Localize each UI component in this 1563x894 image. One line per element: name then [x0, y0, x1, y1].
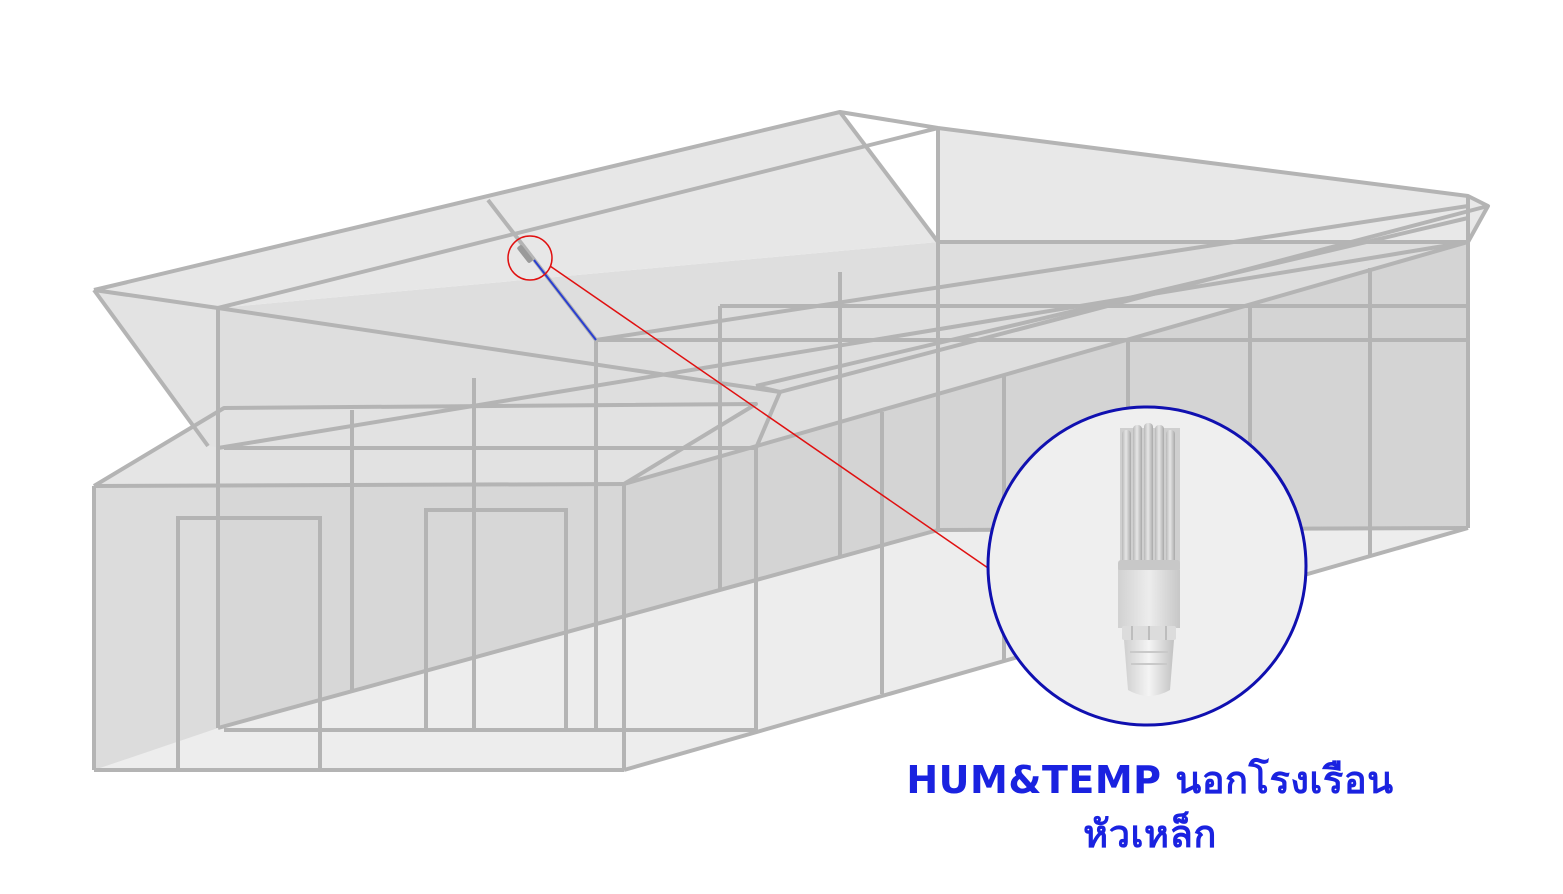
- caption-sensor-type: หัวเหล็ก: [1083, 812, 1217, 856]
- sensor-callout: [986, 405, 1308, 727]
- diagram-canvas: HUM&TEMP นอกโรงเรือน หัวเหล็ก: [0, 0, 1563, 894]
- roof-right-slope: [938, 128, 1488, 242]
- greenhouse-panels: [94, 112, 1488, 770]
- caption-sensor-name: HUM&TEMP นอกโรงเรือน: [906, 758, 1394, 802]
- sensor-probe-icon: [1118, 423, 1180, 696]
